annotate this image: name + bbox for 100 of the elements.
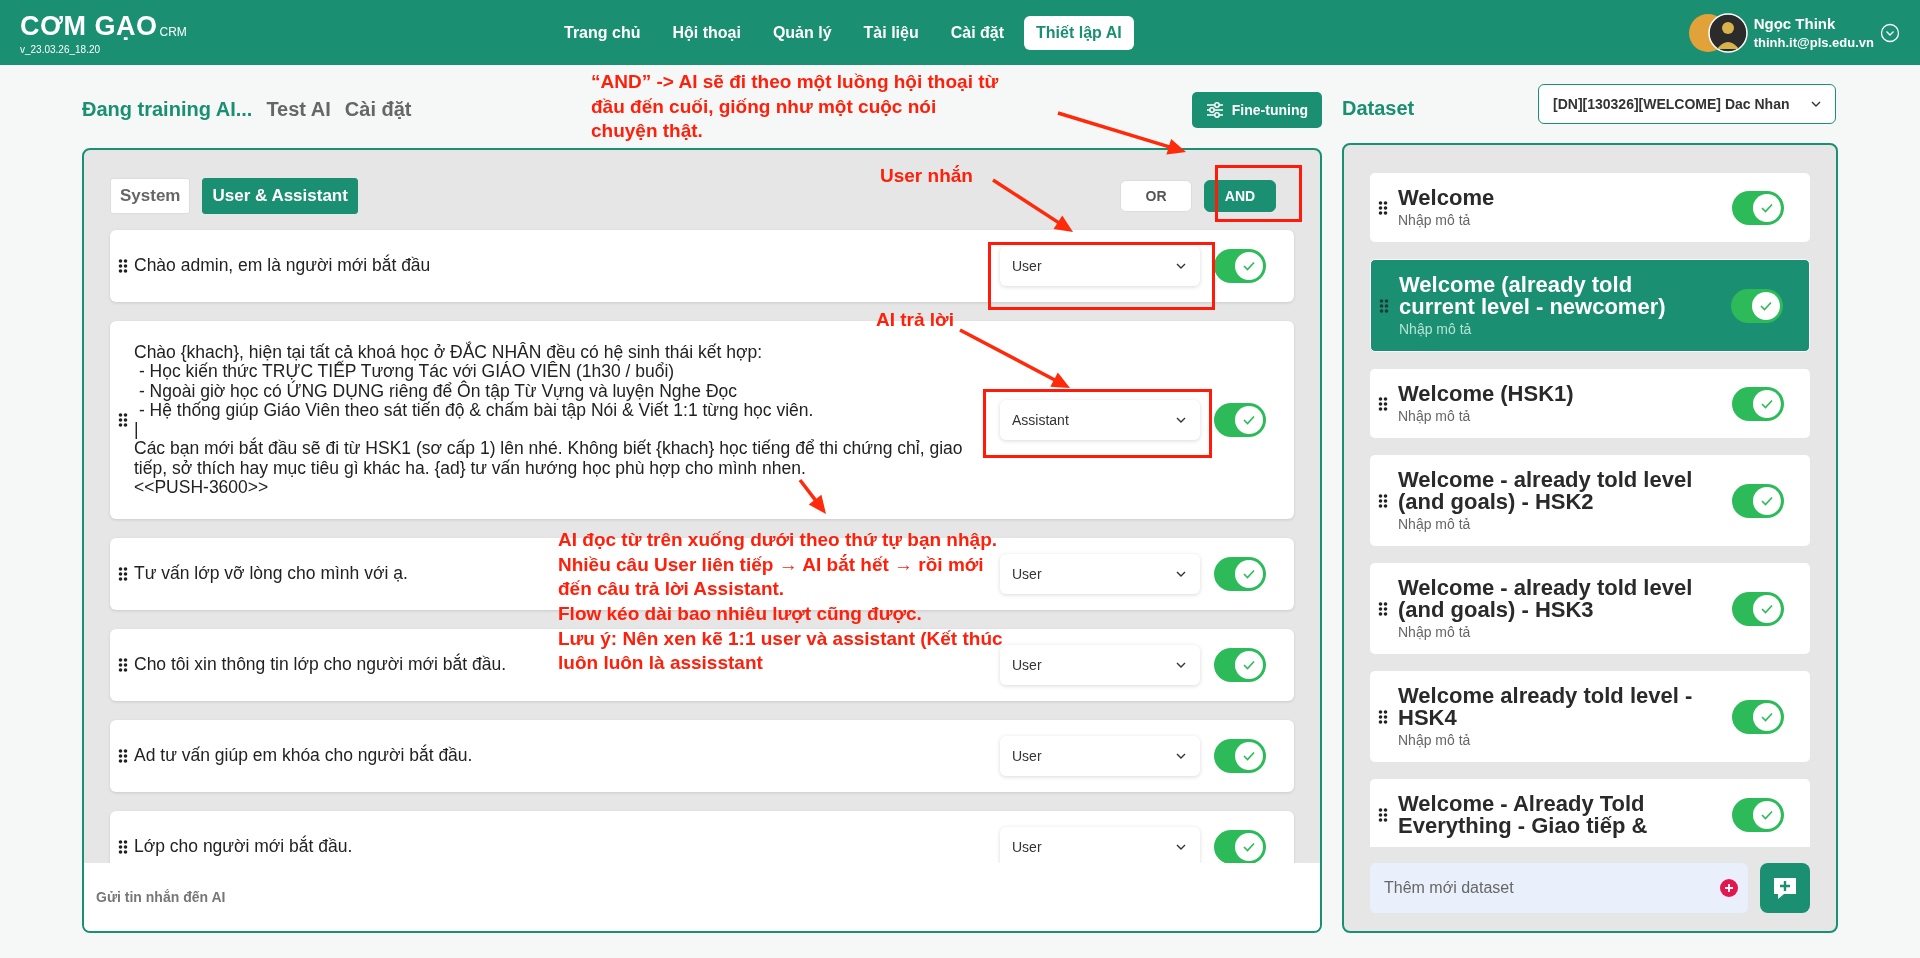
fine-tuning-button[interactable]: Fine-tuning (1191, 91, 1322, 128)
chevron-down-icon[interactable] (1880, 22, 1900, 43)
page-tab[interactable]: Cài đặt (344, 98, 412, 121)
avatar-icon[interactable] (1687, 12, 1748, 53)
dataset-description: Nhập mô tả (1398, 624, 1472, 640)
dataset-name: Welcome (already told current level - newcomer) (1399, 274, 1667, 318)
drag-handle-icon[interactable] (1378, 601, 1388, 616)
nav-tab[interactable]: Quản lý (760, 15, 844, 50)
mode-button[interactable]: AND (1204, 180, 1276, 212)
message-text[interactable]: Chào admin, em là người mới bắt đầu (132, 242, 455, 290)
message-text[interactable]: Cho tôi xin thông tin lớp cho người mới bắt đầu. (132, 641, 531, 689)
drag-handle-icon[interactable] (1378, 808, 1388, 822)
annotation-note: AI đọc từ trên xuống dưới theo thứ tự bạn nhập. Nhiều câu User liên tiếp → AI bắt hết → rồi mới đến câu trả lời Assistant. Flow kéo dài bao nhiêu lượt cũng được. Lưu ý: Nên xen kẽ 1:1 user và assistant (Kết thúc luôn luôn là assisstant (558, 528, 1003, 676)
toggle-switch[interactable] (1731, 288, 1783, 323)
message-input[interactable]: Gửi tin nhắn đến AI (84, 863, 1320, 931)
dataset-name: Welcome (HSK1) (1398, 383, 1575, 405)
dataset-item[interactable]: Welcome - already told level (and goals) - HSK3 Nhập mô tả (1370, 563, 1810, 654)
drag-handle-icon[interactable] (118, 749, 128, 763)
annotation-arrow (798, 478, 826, 514)
chevron-down-icon (1176, 844, 1186, 850)
add-icon[interactable] (1720, 879, 1738, 897)
role-select[interactable]: User (1000, 736, 1200, 776)
chevron-down-icon (1176, 417, 1186, 423)
add-message-button[interactable] (1760, 863, 1810, 913)
toggle-switch[interactable] (1732, 483, 1784, 518)
chevron-down-icon (1176, 753, 1186, 759)
dataset-name: Welcome (1398, 187, 1496, 209)
dataset-title: Dataset (1342, 96, 1415, 120)
drag-handle-icon[interactable] (1378, 709, 1388, 724)
message-type-tab[interactable]: System (110, 178, 191, 214)
page-tab[interactable]: Test AI (266, 98, 331, 121)
toggle-switch[interactable] (1732, 591, 1784, 626)
drag-handle-icon[interactable] (118, 413, 128, 427)
drag-handle-icon[interactable] (1379, 298, 1389, 313)
role-select[interactable]: User (1000, 645, 1200, 685)
dataset-item[interactable]: Welcome Nhập mô tả (1370, 173, 1810, 242)
role-select[interactable]: User (1000, 246, 1200, 286)
dataset-description: Nhập mô tả (1398, 516, 1472, 532)
chevron-down-icon (1176, 662, 1186, 668)
chevron-down-icon (1811, 101, 1821, 107)
message-text[interactable]: Tư vấn lớp vỡ lòng cho mình với ạ. (132, 550, 432, 598)
message-type-tab[interactable]: User & Assistant (202, 178, 358, 214)
nav-tab[interactable]: Hội thoại (660, 15, 753, 50)
check-icon (1760, 201, 1774, 214)
nav-tab[interactable]: Tài liệu (851, 15, 931, 50)
check-icon (1242, 568, 1256, 580)
dataset-description: Nhập mô tả (1398, 732, 1472, 748)
dataset-item[interactable]: Welcome already told level - HSK4 Nhập mô tả (1370, 671, 1810, 762)
mode-button[interactable]: OR (1120, 180, 1192, 212)
dataset-description: Nhập mô tả (1398, 212, 1472, 228)
dataset-name: Welcome - Already Told Everything - Giao tiếp & (1398, 793, 1649, 837)
toggle-switch[interactable] (1214, 403, 1266, 437)
check-icon (1242, 414, 1256, 426)
version-label: v_23.03.26_18.20 (20, 43, 102, 55)
dataset-description: Nhập mô tả (1399, 321, 1473, 337)
dataset-select[interactable]: [DN][130326][WELCOME] Dac Nhan (1538, 84, 1836, 124)
annotation-note: AI trả lời (876, 308, 954, 332)
drag-handle-icon[interactable] (1378, 200, 1388, 215)
nav-tab[interactable]: Thiết lập AI (1024, 15, 1134, 50)
page-tab[interactable]: Đang training AI... (82, 98, 253, 121)
user-email: thinh.it@pls.edu.vn (1753, 35, 1874, 50)
dataset-item[interactable]: Welcome (already told current level - newcomer) Nhập mô tả (1370, 259, 1810, 352)
nav-tab[interactable]: Trang chủ (552, 15, 653, 50)
check-icon (1760, 494, 1774, 507)
dataset-item[interactable]: Welcome - Already Told Everything - Giao tiếp & (1370, 779, 1810, 847)
dataset-item[interactable]: Welcome (HSK1) Nhập mô tả (1370, 369, 1810, 438)
toggle-switch[interactable] (1214, 557, 1266, 591)
message-text[interactable]: Chào {khach}, hiện tại tất cả khoá học ở ĐẮC NHÂN đều có hệ sinh thái kết hợp: - Học kiến thức TRỰC TIẾP Tương Tác với GIÁO VIÊN (1h30 / buổi) - Ngoài giờ học có ỨNG DỤNG riêng để Ôn tập Từ Vựng và luyện Nghe Đọc - Hệ thống giúp Giáo Viên theo sát tiến độ & chấm bài tập Nói & Viết 1:1 từng học viên. | Các bạn mới bắt đầu sẽ đi từ HSK1 (sơ cấp 1) lên nhé. Không biết {khach} học tiếng để thi chứng chỉ, giao tiếp, sở thích hay mục tiêu gì khác ha. {ad} tư vấn hướng học phù hợp cho mình nhen. <<PUSH-3600>> (132, 329, 1000, 511)
chevron-down-icon (1176, 571, 1186, 577)
drag-handle-icon[interactable] (118, 567, 128, 581)
drag-handle-icon[interactable] (1378, 396, 1388, 411)
toggle-switch[interactable] (1732, 798, 1784, 832)
toggle-switch[interactable] (1214, 830, 1266, 863)
role-select[interactable]: User (1000, 554, 1200, 594)
sliders-icon (1205, 101, 1224, 118)
logo: CƠM GẠO (20, 10, 158, 42)
toggle-switch[interactable] (1214, 249, 1266, 283)
role-select[interactable]: User (1000, 827, 1200, 863)
check-icon (1242, 750, 1256, 762)
logo-suffix: CRM (159, 24, 187, 39)
dataset-description: Nhập mô tả (1398, 408, 1472, 424)
toggle-switch[interactable] (1732, 386, 1784, 421)
drag-handle-icon[interactable] (1378, 493, 1388, 508)
chat-plus-icon (1772, 876, 1798, 900)
toggle-switch[interactable] (1214, 648, 1266, 682)
drag-handle-icon[interactable] (118, 259, 128, 273)
message-text[interactable]: Lớp cho người mới bắt đầu. (132, 823, 377, 863)
toggle-switch[interactable] (1732, 699, 1784, 734)
message-text[interactable]: Ad tư vấn giúp em khóa cho người bắt đầu. (132, 732, 497, 780)
dataset-name: Welcome already told level - HSK4 (1398, 685, 1694, 729)
toggle-switch[interactable] (1214, 739, 1266, 773)
dataset-item[interactable]: Welcome - already told level (and goals) - HSK2 Nhập mô tả (1370, 455, 1810, 546)
drag-handle-icon[interactable] (118, 840, 128, 854)
toggle-switch[interactable] (1732, 190, 1784, 225)
role-select[interactable]: Assistant (1000, 400, 1200, 440)
new-dataset-field[interactable]: Thêm mới dataset (1370, 863, 1748, 913)
check-icon (1242, 659, 1256, 671)
drag-handle-icon[interactable] (118, 658, 128, 672)
new-dataset-input[interactable]: Thêm mới dataset (1382, 878, 1720, 898)
nav-tab[interactable]: Cài đặt (938, 15, 1017, 50)
